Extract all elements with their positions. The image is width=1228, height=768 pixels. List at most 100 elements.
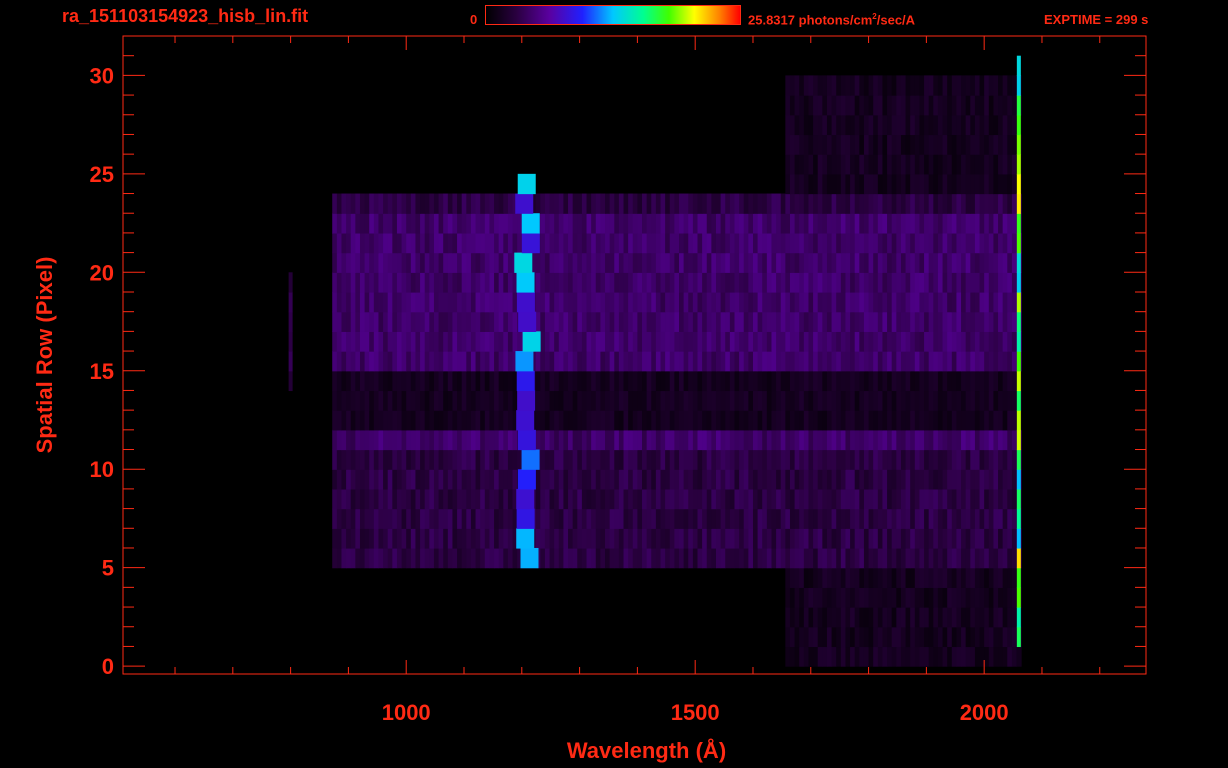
heatmap-cell: [817, 213, 823, 234]
heatmap-cell: [706, 410, 712, 431]
heatmap-cell: [697, 272, 703, 293]
heatmap-cell: [577, 252, 583, 273]
heatmap-cell: [998, 449, 1004, 470]
heatmap-cell: [383, 429, 389, 451]
heatmap-cell: [974, 173, 981, 195]
heatmap-cell: [600, 291, 606, 313]
heatmap-cell: [457, 429, 463, 451]
heatmap-cell: [669, 390, 675, 411]
heatmap-cell: [470, 429, 477, 451]
heatmap-cell: [817, 449, 823, 470]
heatmap-cell: [591, 252, 597, 273]
heatmap-cell: [836, 429, 842, 451]
heatmap-cell: [859, 567, 865, 588]
heatmap-cell: [688, 213, 694, 234]
heatmap-cell: [581, 528, 588, 549]
heatmap-cell: [632, 429, 638, 451]
heatmap-cell: [896, 291, 902, 313]
heatmap-cell: [799, 429, 805, 451]
heatmap-cell: [882, 508, 888, 529]
heatmap-cell: [979, 508, 985, 529]
heatmap-cell: [739, 469, 745, 490]
heatmap-cell: [817, 528, 823, 549]
heatmap-cell: [457, 213, 463, 234]
heatmap-cell: [766, 193, 772, 214]
heatmap-cell: [581, 213, 588, 234]
heatmap-cell: [863, 331, 870, 352]
heatmap-cell: [484, 488, 490, 510]
heatmap-cell: [373, 193, 379, 214]
heatmap-cell: [910, 95, 916, 116]
heatmap-cell: [845, 213, 851, 234]
heatmap-cell: [933, 547, 939, 569]
heatmap-cell: [905, 370, 911, 392]
heatmap-cell: [466, 331, 472, 352]
heatmap-cell: [965, 528, 971, 549]
heatmap-cell: [637, 252, 643, 273]
heatmap-cell: [803, 114, 809, 136]
heatmap-cell: [429, 547, 435, 569]
heatmap-cell: [877, 547, 883, 569]
heatmap-cell: [359, 508, 366, 529]
heatmap-cell: [789, 331, 796, 352]
heatmap-cell: [993, 291, 999, 313]
heatmap-cell: [475, 390, 481, 411]
heatmap-cell: [979, 607, 985, 628]
heatmap-cell: [910, 508, 916, 529]
heatmap-cell: [873, 75, 879, 96]
heatmap-cell: [771, 311, 777, 332]
heatmap-cell: [873, 154, 879, 175]
heatmap-cell: [383, 331, 389, 352]
heatmap-cell: [734, 311, 740, 332]
heatmap-cell: [591, 351, 597, 372]
heatmap-cell: [558, 291, 564, 313]
heatmap-cell: [614, 528, 620, 549]
heatmap-cell: [757, 508, 763, 529]
heatmap-cell: [850, 193, 856, 214]
heatmap-cell: [706, 232, 712, 254]
heatmap-cell: [937, 291, 944, 313]
heatmap-cell: [461, 429, 467, 451]
heatmap-cell: [822, 488, 828, 510]
heatmap-cell: [826, 331, 833, 352]
heatmap-cell: [1007, 626, 1013, 648]
heatmap-cell: [970, 291, 976, 313]
heatmap-cell: [854, 75, 860, 96]
heatmap-cell: [771, 410, 777, 431]
heatmap-cell: [877, 567, 883, 588]
heatmap-cell: [406, 469, 412, 490]
heatmap-cell: [595, 232, 601, 254]
heatmap-cell: [346, 370, 352, 392]
heatmap-cell: [674, 488, 680, 510]
heatmap-cell: [757, 331, 763, 352]
heatmap-cell: [591, 410, 597, 431]
heatmap-cell: [605, 193, 611, 214]
heatmap-cell: [632, 252, 638, 273]
heatmap-cell: [868, 272, 874, 293]
heatmap-cell: [364, 331, 370, 352]
heatmap-cell: [896, 567, 902, 588]
heatmap-cell: [484, 311, 490, 332]
heatmap-cell: [965, 351, 971, 372]
heatmap-cell: [350, 469, 356, 490]
heatmap-cell: [392, 291, 398, 313]
heatmap-cell: [387, 232, 393, 254]
heatmap-cell: [956, 488, 962, 510]
heatmap-cell: [642, 272, 648, 293]
heatmap-cell: [748, 390, 754, 411]
heatmap-cell: [711, 528, 717, 549]
heatmap-cell: [642, 351, 648, 372]
heatmap-cell: [979, 75, 985, 96]
heatmap-cell: [355, 390, 361, 411]
heatmap-cell: [928, 213, 934, 234]
heatmap-cell: [369, 449, 375, 470]
heatmap-cell: [951, 607, 957, 628]
heatmap-cell: [637, 193, 643, 214]
heatmap-cell: [924, 331, 930, 352]
heatmap-cell: [498, 232, 504, 254]
heatmap-cell: [956, 291, 962, 313]
heatmap-cell: [609, 508, 615, 529]
heatmap-cell: [947, 567, 953, 588]
heatmap-cell: [665, 291, 671, 313]
heatmap-cell: [359, 331, 366, 352]
